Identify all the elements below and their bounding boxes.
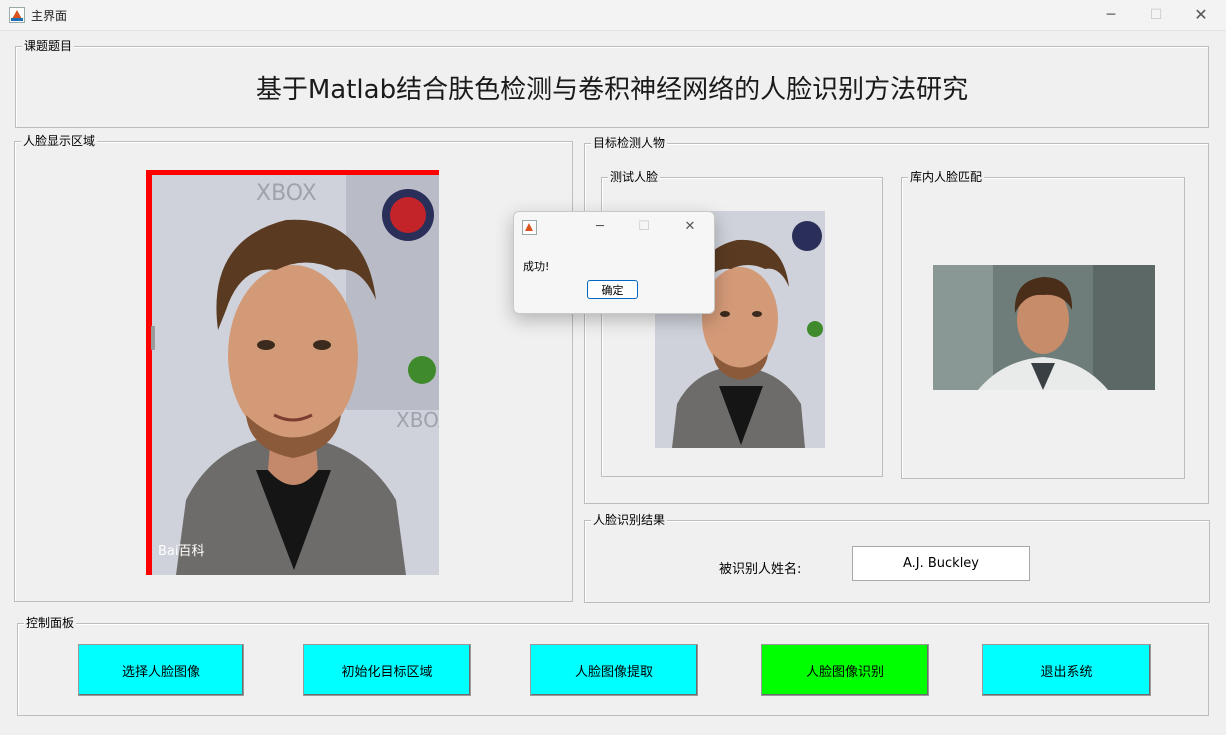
result-panel-legend: 人脸识别结果 [591,512,668,528]
photo-watermark-side: XBOX [396,408,439,432]
extract-face-button[interactable]: 人脸图像提取 [530,644,698,696]
test-face-legend: 测试人脸 [608,169,661,185]
control-panel-legend: 控制面板 [24,615,77,631]
result-panel: 人脸识别结果 被识别人姓名: A.J. Buckley [584,512,1210,603]
db-face-image [933,265,1155,390]
close-button[interactable]: ✕ [1192,6,1210,24]
exit-system-button[interactable]: 退出系统 [982,644,1151,696]
recognized-name-label: 被识别人姓名: [719,562,802,577]
topic-panel: 课题题目 基于Matlab结合肤色检测与卷积神经网络的人脸识别方法研究 [15,38,1209,128]
topic-panel-legend: 课题题目 [22,38,75,54]
db-face-legend: 库内人脸匹配 [908,169,985,185]
select-face-image-button[interactable]: 选择人脸图像 [78,644,244,696]
init-target-region-button[interactable]: 初始化目标区域 [303,644,471,696]
recognize-face-button[interactable]: 人脸图像识别 [761,644,929,696]
target-detection-legend: 目标检测人物 [591,135,668,151]
matlab-logo-icon [522,220,537,235]
face-photo-graphic: XBOX XBOX Bai百科 [146,170,439,575]
photo-watermark-top: XBOX [256,181,317,206]
page-title: 基于Matlab结合肤色检测与卷积神经网络的人脸识别方法研究 [255,75,969,105]
face-display-legend: 人脸显示区域 [21,133,98,149]
window-titlebar: 主界面 ─ ☐ ✕ [0,0,1226,31]
dialog-message: 成功! [523,260,550,273]
dialog-minimize-button[interactable]: ─ [592,219,608,235]
dialog-maximize-button[interactable]: ☐ [636,219,652,235]
resize-handle[interactable] [151,326,155,350]
dialog-ok-button[interactable]: 确定 [587,280,638,299]
window-title: 主界面 [31,9,68,23]
face-display-image: XBOX XBOX Bai百科 [146,170,439,575]
success-dialog: ─ ☐ ✕ 成功! 确定 [513,211,715,314]
maximize-button[interactable]: ☐ [1147,6,1165,24]
photo-watermark: Bai百科 [158,544,205,559]
dialog-close-button[interactable]: ✕ [682,219,698,235]
recognized-name-field[interactable]: A.J. Buckley [852,546,1030,581]
control-panel: 控制面板 选择人脸图像 初始化目标区域 人脸图像提取 人脸图像识别 退出系统 [17,615,1209,716]
minimize-button[interactable]: ─ [1102,6,1120,24]
db-face-graphic [933,265,1155,390]
matlab-logo-icon [9,7,25,23]
